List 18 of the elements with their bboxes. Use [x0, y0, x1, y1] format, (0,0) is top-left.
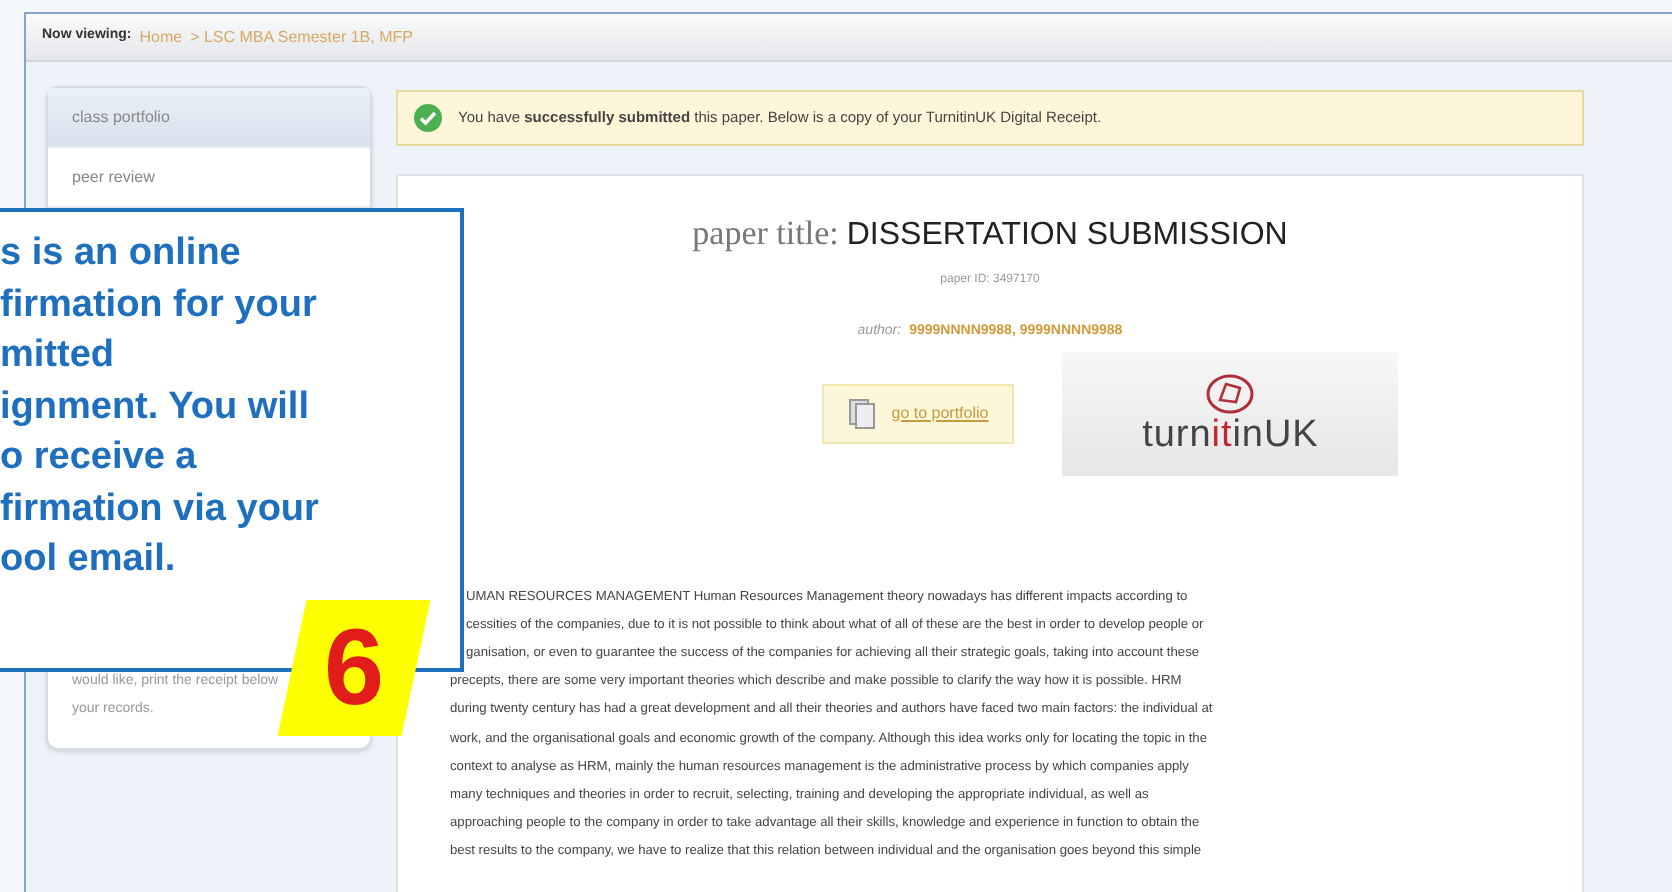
logo-emblem-icon — [1204, 372, 1257, 416]
portfolio-button[interactable]: go to portfolio — [821, 383, 1015, 443]
check-icon — [414, 104, 442, 132]
callout-text-line: ool email. — [0, 536, 178, 584]
breadcrumb-link[interactable]: Home — [139, 25, 183, 49]
callout-text-line: ignment. You will — [0, 383, 311, 431]
turnitin-logo: turnitinUK — [1062, 351, 1399, 475]
sidebar-item[interactable]: class portfolio — [48, 88, 370, 148]
document-icon — [847, 397, 876, 429]
callout-text-line: firmation for your — [0, 281, 319, 329]
callout-text-line: mitted — [0, 332, 116, 380]
sidebar-item[interactable]: peer review — [48, 148, 370, 208]
title-label: paper title: — [692, 212, 839, 256]
callout-text-line: firmation via your — [0, 485, 321, 533]
paper-title: DISSERTATION SUBMISSION — [846, 216, 1288, 256]
callout-text-line: s is an online — [0, 230, 243, 278]
callout-text-line: o receive a — [0, 434, 199, 482]
breadcrumb-link[interactable]: > LSC MBA Semester 1B, MFP — [190, 25, 413, 49]
